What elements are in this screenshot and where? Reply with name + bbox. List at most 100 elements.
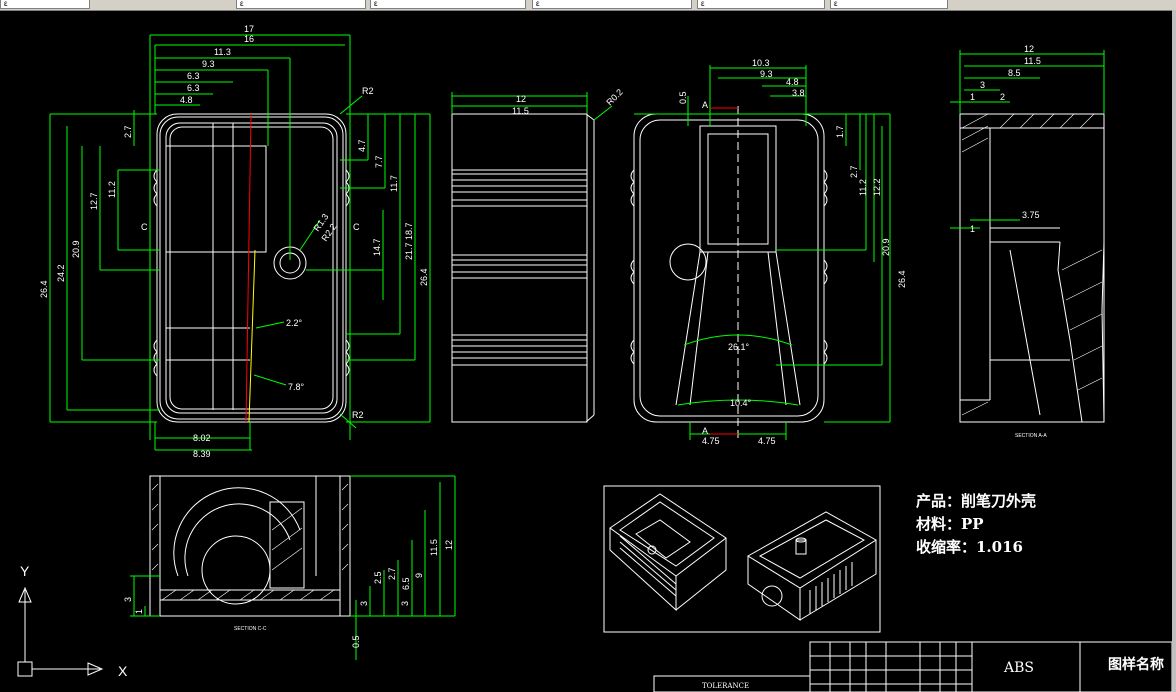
toolbar-tab[interactable]: ε xyxy=(697,0,825,9)
dim-label: 12 xyxy=(516,94,526,104)
side-view-labels: 12 11.5 R0.2 xyxy=(512,87,625,116)
title-block-tolerance: TOLERANCE xyxy=(702,682,750,690)
side-view xyxy=(451,113,595,423)
dim-label: R2 xyxy=(362,86,374,96)
dim-label: 11.5 xyxy=(429,539,439,556)
dim-label: 8.5 xyxy=(1008,68,1021,78)
angle-label: 26.1° xyxy=(728,342,750,352)
dim-label: 0.5 xyxy=(351,635,361,648)
dim-label: 9 xyxy=(414,573,424,578)
shrinkage-label: 收缩率：1.016 xyxy=(916,538,1023,556)
dim-label: 11.5 xyxy=(1024,56,1041,66)
angle-label: 10.4° xyxy=(730,398,752,408)
dim-label: 3.75 xyxy=(1022,210,1040,220)
section-marker: A xyxy=(702,100,708,110)
toolbar-tab[interactable]: ε xyxy=(370,0,526,9)
dim-label: 2.7 xyxy=(387,567,397,580)
top-view xyxy=(153,113,350,423)
section-title: SECTION C-C xyxy=(234,626,267,632)
front-view xyxy=(630,113,828,423)
dim-label: 2.7 xyxy=(123,125,133,138)
dim-label: 2.5 xyxy=(373,571,383,584)
dim-label: 1 xyxy=(970,224,975,234)
toolbar-tab[interactable]: ε xyxy=(830,0,948,9)
dim-label: 4.8 xyxy=(180,95,193,105)
dim-label: 10.3 xyxy=(752,58,770,68)
dim-label: 4.75 xyxy=(702,436,720,446)
section-view xyxy=(959,113,1105,423)
dim-label: 4.75 xyxy=(758,436,776,446)
dim-label: 7.7 xyxy=(374,155,384,168)
iso-frame xyxy=(603,485,881,633)
dim-label: 11.2 xyxy=(858,179,868,196)
angle-label: 7.8° xyxy=(288,382,305,392)
dim-label: 12.2 xyxy=(872,178,882,196)
drawing-canvas[interactable]: 17 16 11.3 9.3 6.3 6.3 4.8 R2 26.4 24.2 … xyxy=(0,10,1172,692)
dim-label: 17 xyxy=(244,24,254,34)
ucs-icon xyxy=(17,586,104,677)
dim-label: 1.7 xyxy=(835,125,845,138)
toolbar-tab[interactable]: ε xyxy=(236,0,366,9)
dim-label: 6.5 xyxy=(401,577,411,590)
ucs-labels: Y X xyxy=(20,563,128,679)
product-label: 产品：削笔刀外壳 xyxy=(916,492,1037,510)
dim-label: 0.5 xyxy=(678,91,688,104)
ucs-y-label: Y xyxy=(20,563,30,579)
section-marker: A xyxy=(702,426,708,436)
iso-view-2 xyxy=(747,511,877,621)
angle-label: 2.2° xyxy=(286,318,303,328)
dim-label: 11.2 xyxy=(107,181,117,198)
dim-label: 3 xyxy=(123,597,133,602)
scrollbar[interactable] xyxy=(1172,10,1176,692)
dim-label: 11.3 xyxy=(214,47,231,57)
bottom-section-hatch xyxy=(151,483,349,601)
dim-label: 12.7 xyxy=(89,192,99,210)
dim-label: 1 xyxy=(970,92,975,102)
dim-label: 8.39 xyxy=(193,449,211,459)
dim-label: 4.8 xyxy=(786,77,799,87)
section-title: SECTION A-A xyxy=(1015,433,1047,439)
dim-label: 26.4 xyxy=(897,270,907,288)
material-label: 材料：PP xyxy=(916,515,984,533)
dim-label: 11.7 xyxy=(389,175,399,192)
top-view-labels: 17 16 11.3 9.3 6.3 6.3 4.8 R2 26.4 24.2 … xyxy=(39,24,429,459)
dim-label: 18.7 xyxy=(404,222,414,240)
dim-label: 20.9 xyxy=(71,240,81,258)
dim-label: 21.7 xyxy=(404,242,414,260)
toolbar-tab[interactable]: ε xyxy=(0,0,90,9)
dim-label: 3 xyxy=(980,80,985,90)
dim-label: 4.7 xyxy=(357,139,367,152)
dim-label: 9.3 xyxy=(760,69,773,79)
dim-label: 3 xyxy=(359,601,369,606)
dim-label: 9.3 xyxy=(202,59,215,69)
dim-label: 26.4 xyxy=(419,268,429,286)
iso-view-1 xyxy=(609,493,727,612)
dim-label: R0.2 xyxy=(604,87,625,108)
bottom-section-view xyxy=(149,475,351,617)
dim-label: 3 xyxy=(400,601,410,606)
dim-label: 12 xyxy=(444,540,454,550)
dim-label: 20.9 xyxy=(881,238,891,256)
dim-label: 2.7 xyxy=(849,165,859,178)
dim-label: 16 xyxy=(244,34,254,44)
title-block-material: ABS xyxy=(1004,660,1034,676)
dim-label: 11.5 xyxy=(512,106,529,116)
dim-label: 6.3 xyxy=(187,83,200,93)
section-arrows xyxy=(710,107,738,435)
toolbar-tab[interactable]: ε xyxy=(532,0,692,9)
bottom-section-dims xyxy=(130,475,456,660)
section-marker: C xyxy=(353,222,360,232)
section-view-dims xyxy=(950,50,1105,229)
dim-label: 8.02 xyxy=(193,433,211,443)
dim-label: 12 xyxy=(1024,44,1034,54)
dim-label: 2 xyxy=(1000,92,1005,102)
dim-label: 26.4 xyxy=(39,280,49,298)
dim-label: R2 xyxy=(352,410,364,420)
dim-label: 6.3 xyxy=(187,71,200,81)
section-marker: C xyxy=(141,222,148,232)
dim-label: 1 xyxy=(134,609,144,614)
dim-label: 3.8 xyxy=(792,88,805,98)
ucs-x-label: X xyxy=(118,663,128,679)
dim-label: 24.2 xyxy=(56,264,66,282)
dim-label: 14.7 xyxy=(372,238,382,256)
